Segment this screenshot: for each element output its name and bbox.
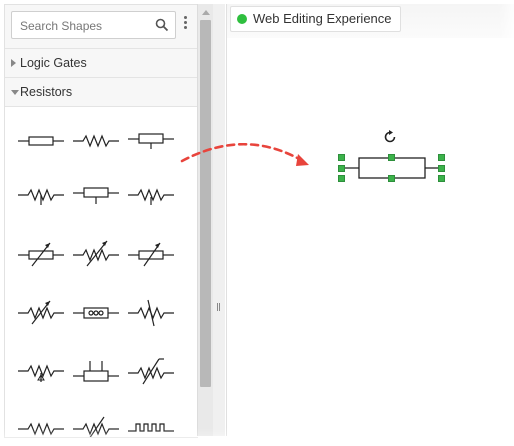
shape-variable-resistor-zigzag-2[interactable]	[16, 293, 66, 333]
resize-handle-top-center[interactable]	[388, 154, 395, 161]
shape-resistor-tapped[interactable]	[126, 121, 176, 161]
shape-variable-resistor[interactable]	[16, 235, 66, 275]
shape-resistor-zigzag-3[interactable]	[16, 407, 66, 437]
category-label: Resistors	[20, 85, 73, 99]
status-dot-icon	[237, 14, 247, 24]
search-icon[interactable]	[155, 18, 169, 32]
shape-resistor-zigzag-slash-3[interactable]	[71, 407, 121, 437]
shape-resistor-zigzag-tap[interactable]	[16, 175, 66, 215]
scroll-up-arrow-icon[interactable]	[202, 10, 210, 15]
chevron-right-icon	[11, 59, 16, 67]
resize-handle-bottom-center[interactable]	[388, 175, 395, 182]
diagram-canvas[interactable]: Web Editing Experience	[226, 4, 514, 436]
shape-resistor-zigzag-slash[interactable]	[126, 293, 176, 333]
search-input[interactable]	[18, 17, 152, 35]
shape-variable-resistor-2[interactable]	[126, 235, 176, 275]
document-tab[interactable]: Web Editing Experience	[230, 6, 401, 32]
scrollbar-thumb[interactable]	[200, 20, 211, 387]
resistor-shape-grid	[5, 106, 198, 437]
category-resistors[interactable]: Resistors	[5, 77, 198, 106]
shape-resistor-tap-bottom[interactable]	[71, 175, 121, 215]
shape-resistor-zigzag[interactable]	[71, 121, 121, 161]
panel-splitter[interactable]	[213, 4, 225, 436]
shape-resistor-meander[interactable]	[126, 407, 176, 437]
shapes-panel-scrollbar[interactable]	[197, 4, 213, 436]
document-title: Web Editing Experience	[253, 11, 392, 26]
resize-handle-middle-right[interactable]	[438, 165, 445, 172]
search-box	[11, 11, 176, 39]
resize-handle-bottom-right[interactable]	[438, 175, 445, 182]
shape-resistor-zigzag-arrow[interactable]	[16, 351, 66, 391]
resize-handle-top-right[interactable]	[438, 154, 445, 161]
resize-handle-top-left[interactable]	[338, 154, 345, 161]
shape-variable-resistor-zigzag[interactable]	[71, 235, 121, 275]
category-label: Logic Gates	[20, 56, 87, 70]
shapes-panel: Logic Gates Resistors	[4, 4, 198, 438]
category-logic-gates[interactable]: Logic Gates	[5, 48, 198, 77]
resize-handle-middle-left[interactable]	[338, 165, 345, 172]
shape-resistor[interactable]	[16, 121, 66, 161]
diagram-editor: Logic Gates Resistors	[0, 0, 514, 446]
shape-resistor-dots[interactable]	[71, 293, 121, 333]
splitter-grip-icon	[217, 300, 221, 311]
chevron-down-icon	[11, 90, 19, 95]
document-tab-bar: Web Editing Experience	[227, 4, 514, 38]
shape-resistor-two-taps[interactable]	[71, 351, 121, 391]
selected-resistor-shape[interactable]	[337, 128, 447, 184]
shape-resistor-zigzag-tap-2[interactable]	[126, 175, 176, 215]
shape-resistor-zigzag-slash-2[interactable]	[126, 351, 176, 391]
kebab-menu-icon[interactable]	[181, 15, 189, 35]
resize-handle-bottom-left[interactable]	[338, 175, 345, 182]
